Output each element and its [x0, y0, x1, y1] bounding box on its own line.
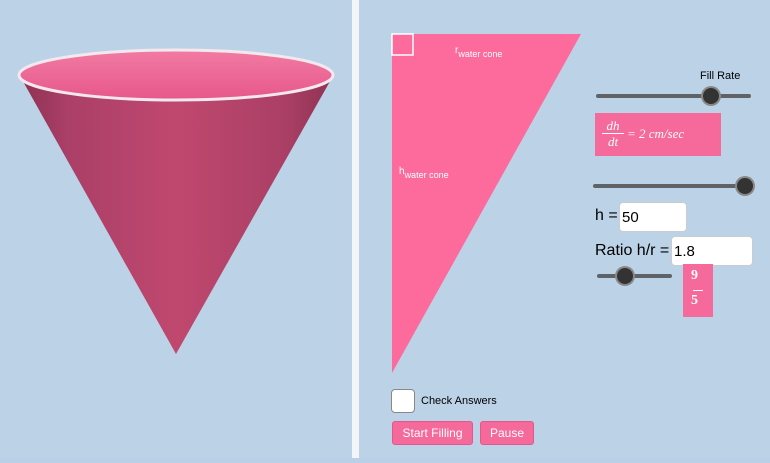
fraction-bar	[693, 290, 703, 291]
ratio-fraction-box: 9 5	[683, 264, 713, 317]
ratio-input[interactable]	[671, 236, 753, 266]
fill-rate-label: Fill Rate	[700, 70, 741, 82]
secondary-slider-thumb[interactable]	[737, 178, 753, 194]
ratio-numerator: 9	[691, 268, 698, 283]
ratio-label: Ratio h/r =	[595, 242, 670, 259]
dh-dt-fraction: dh dt	[602, 118, 624, 149]
panel-divider	[352, 0, 359, 458]
cone-body	[20, 76, 333, 354]
ratio-slider-thumb[interactable]	[617, 268, 633, 284]
fill-rate-slider-thumb[interactable]	[703, 88, 719, 104]
check-answers-checkbox[interactable]	[391, 389, 415, 413]
controls-panel: rwater cone hwater cone Fill Rate dh dt …	[359, 0, 770, 458]
h-label: h =	[595, 207, 618, 224]
rate-equation-box: dh dt = 2 cm/sec	[595, 113, 721, 156]
radius-label: rwater cone	[455, 45, 503, 59]
ratio-slider[interactable]	[597, 274, 672, 278]
cone-3d-panel[interactable]	[0, 0, 352, 458]
ratio-denominator: 5	[691, 293, 698, 308]
cone-rim	[17, 48, 335, 102]
pause-button[interactable]: Pause	[480, 421, 534, 445]
check-answers-label: Check Answers	[421, 395, 497, 407]
cone-3d-view[interactable]	[0, 0, 352, 458]
start-filling-button[interactable]: Start Filling	[392, 421, 473, 445]
cone-cross-section	[391, 33, 581, 373]
rate-value: = 2 cm/sec	[627, 126, 685, 141]
water-triangle	[392, 34, 581, 373]
height-label: hwater cone	[399, 166, 449, 180]
secondary-slider[interactable]	[593, 184, 749, 188]
fill-rate-slider[interactable]	[596, 94, 751, 98]
h-input[interactable]	[619, 202, 687, 232]
